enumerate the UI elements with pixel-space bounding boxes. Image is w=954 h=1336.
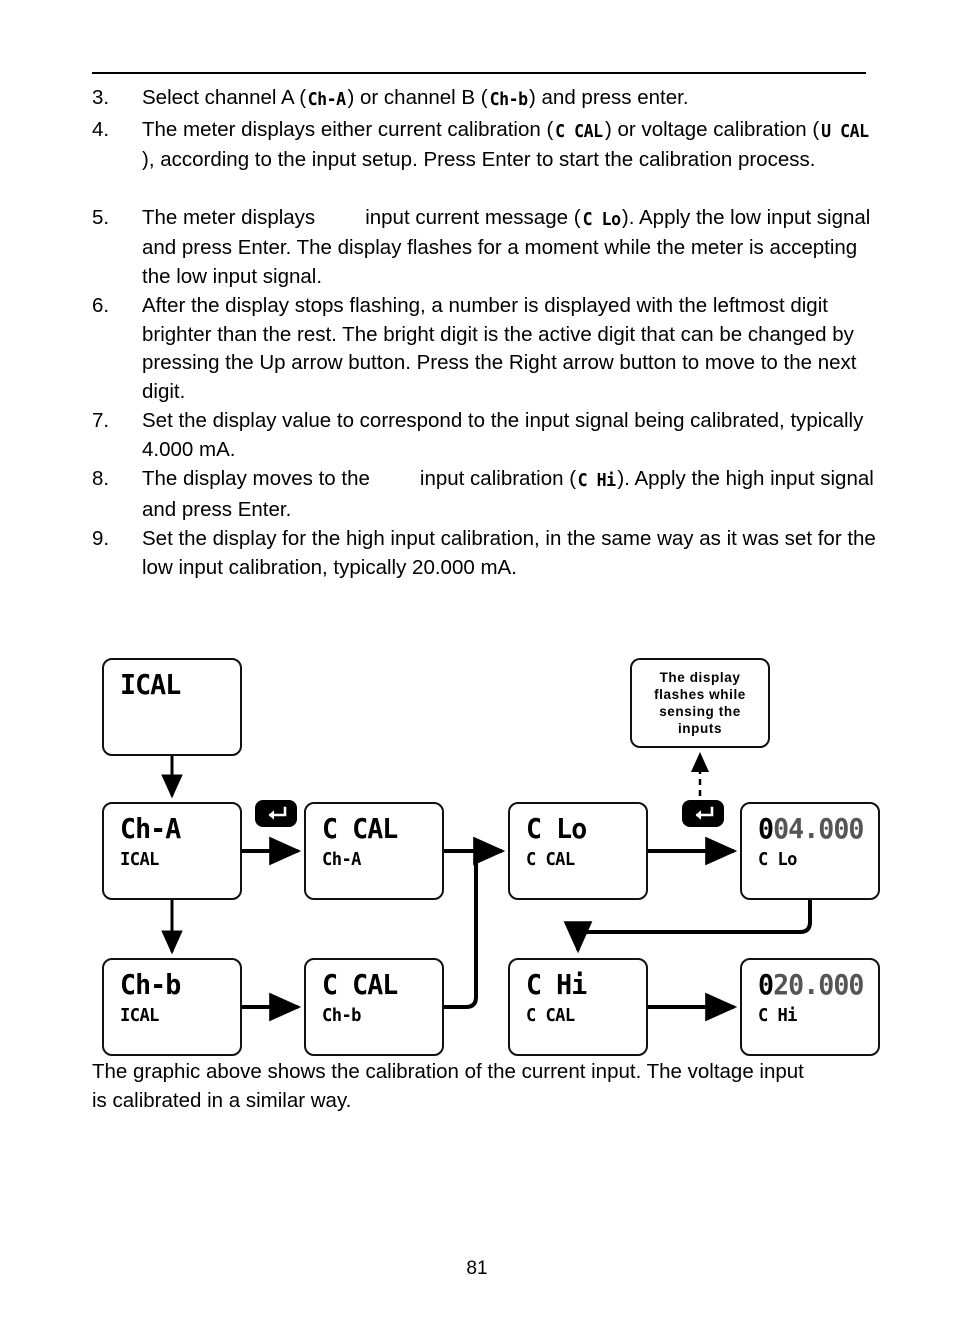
- step-text-run: The display moves to the: [142, 467, 370, 490]
- node-primary-readout: C CAL: [322, 968, 398, 1001]
- display-node-ical: ICAL: [102, 658, 242, 756]
- step-number: 4.: [92, 117, 110, 141]
- node-secondary-readout: Ch-A: [322, 849, 361, 870]
- step-text-run: Set the display value to correspond to t…: [142, 409, 864, 461]
- step-number: 8.: [92, 467, 110, 490]
- display-node-ch-b: Ch-b ICAL: [102, 958, 242, 1056]
- display-node-ccal-a: C CAL Ch-A: [304, 802, 444, 900]
- node-primary-readout: ICAL: [120, 668, 181, 701]
- step-number: 3.: [92, 86, 110, 109]
- step-text-run: Set the display for the high input calib…: [142, 527, 876, 579]
- node-secondary-readout: C Hi: [758, 1005, 797, 1026]
- enter-key-icon: [255, 800, 297, 827]
- step-text: The meter displays either current calibr…: [142, 116, 882, 175]
- node-secondary-readout: ICAL: [120, 1005, 159, 1026]
- step-item: 3. Select channel A (Ch-A) or channel B (…: [92, 84, 882, 115]
- step-text-run: ), according to the input setup. Press E…: [142, 148, 816, 171]
- node-primary-readout: 020.000: [758, 968, 872, 1002]
- step-text-run: ) or voltage calibration (: [605, 117, 820, 141]
- active-digit: 0: [758, 812, 774, 845]
- lcd-code-inline: Ch-b: [489, 89, 528, 110]
- lcd-code-inline: C Lo: [582, 208, 621, 230]
- step-item: 5. The meter displays input current messag…: [92, 204, 882, 292]
- node-secondary-readout: Ch-b: [322, 1005, 361, 1026]
- procedure-step-list: 3. Select channel A (Ch-A) or channel B (…: [92, 84, 882, 583]
- display-node-ch-a: Ch-A ICAL: [102, 802, 242, 900]
- lcd-code-inline: Ch-A: [307, 89, 347, 110]
- step-text-run: ) and press enter.: [529, 86, 689, 109]
- node-secondary-readout: C Lo: [758, 849, 797, 870]
- node-primary-readout: C CAL: [322, 812, 398, 845]
- flash-note-text: The display flashes while sensing the in…: [654, 670, 746, 736]
- step-text: Select channel A (Ch-A) or channel B (Ch…: [142, 84, 882, 115]
- display-node-clo: C Lo C CAL: [508, 802, 648, 900]
- node-primary-readout: C Hi: [526, 968, 587, 1001]
- step-text-run: ) or channel B (: [347, 86, 488, 109]
- step-text: The meter displays input current message …: [142, 204, 882, 292]
- step-number: 5.: [92, 205, 110, 229]
- display-node-chi: C Hi C CAL: [508, 958, 648, 1056]
- display-node-val-lo: 004.000 C Lo: [740, 802, 880, 900]
- step-text-run: Select channel A (: [142, 86, 307, 109]
- step-number: 7.: [92, 409, 110, 432]
- step-text-run: input calibration (: [419, 467, 577, 490]
- step-text-run: After the display stops flashing, a numb…: [142, 294, 857, 403]
- node-primary-readout: Ch-A: [120, 812, 181, 845]
- lcd-code-inline: C CAL: [555, 120, 603, 142]
- node-secondary-readout: C CAL: [526, 1005, 575, 1026]
- lcd-code-inline: U CAL: [821, 120, 869, 142]
- enter-key-icon: [682, 800, 724, 827]
- step-number: 9.: [92, 527, 110, 550]
- node-secondary-readout: ICAL: [120, 849, 159, 870]
- diagram-caption-text: The graphic above shows the calibration …: [92, 1060, 804, 1112]
- node-primary-readout: C Lo: [526, 812, 587, 845]
- step-text: Set the display value to correspond to t…: [142, 407, 882, 464]
- header-rule: [92, 72, 866, 74]
- node-primary-readout: Ch-b: [120, 968, 181, 1001]
- step-text: Set the display for the high input calib…: [142, 525, 882, 582]
- step-text: The display moves to the input calibratio…: [142, 465, 882, 524]
- lcd-code-inline: C Hi: [577, 470, 617, 491]
- step-item: 4. The meter displays either current cali…: [92, 116, 882, 175]
- display-node-ccal-b: C CAL Ch-b: [304, 958, 444, 1056]
- active-digit: 0: [758, 968, 774, 1001]
- diagram-caption: The graphic above shows the calibration …: [92, 1058, 822, 1115]
- node-primary-readout: 004.000: [758, 812, 872, 846]
- step-number: 6.: [92, 294, 110, 317]
- calibration-flow-diagram: ICAL Ch-A ICAL C CAL Ch-A C Lo C CAL 004.000 C L…: [92, 650, 892, 1060]
- step-text-run: input current message (: [365, 205, 581, 229]
- display-node-val-hi: 020.000 C Hi: [740, 958, 880, 1056]
- step-text-run: The meter displays: [142, 205, 316, 229]
- step-text: After the display stops flashing, a numb…: [142, 292, 882, 406]
- node-secondary-readout: C CAL: [526, 849, 575, 870]
- step-text-run: The meter displays either current calibr…: [142, 117, 554, 141]
- step-item: 8. The display moves to the input calibrat…: [92, 465, 882, 524]
- step-item: 7. Set the display value to correspond to…: [92, 407, 882, 464]
- step-item: 6. After the display stops flashing, a nu…: [92, 292, 882, 406]
- inactive-digits: 04.000: [773, 812, 864, 845]
- flash-note-callout: The display flashes while sensing the in…: [630, 658, 770, 748]
- inactive-digits: 20.000: [773, 968, 864, 1001]
- page-number: 81: [466, 1258, 488, 1279]
- step-item: 9. Set the display for the high input cal…: [92, 525, 882, 582]
